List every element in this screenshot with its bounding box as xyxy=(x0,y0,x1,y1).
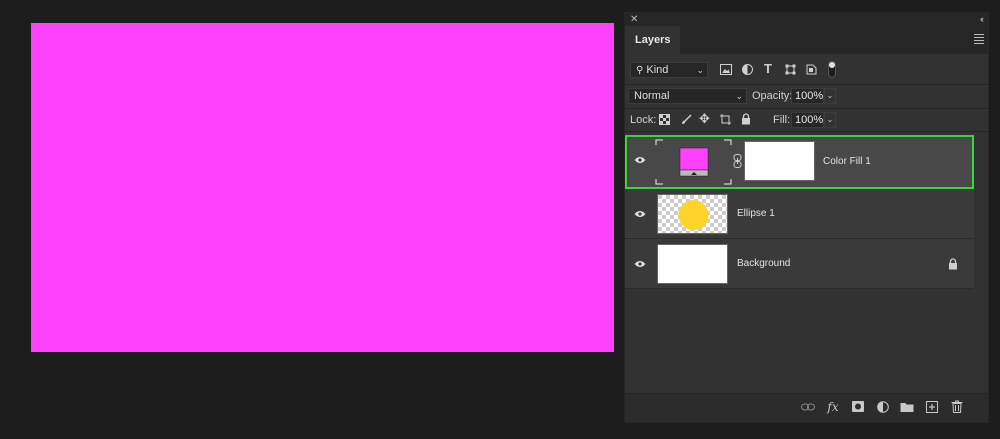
pixel-layer-filter-icon[interactable] xyxy=(720,64,732,75)
lock-all-icon[interactable] xyxy=(741,113,751,125)
layer-name[interactable]: Color Fill 1 xyxy=(823,156,871,168)
fill-label: Fill: xyxy=(773,114,791,126)
mask-icon[interactable] xyxy=(851,401,865,412)
document-canvas[interactable] xyxy=(31,23,614,352)
panel-menu-icon[interactable] xyxy=(974,34,984,46)
adjustment-icon[interactable] xyxy=(876,401,890,413)
layers-list: Color Fill 1 Ellipse 1 Background xyxy=(625,131,988,289)
document-canvas-area xyxy=(0,0,622,439)
layer-mask-thumbnail[interactable] xyxy=(744,141,815,181)
move-icon[interactable]: ✥ xyxy=(699,112,710,126)
close-icon[interactable]: ✕ xyxy=(630,13,638,26)
filter-toggle-icon[interactable] xyxy=(828,61,836,78)
search-icon: ⚲ xyxy=(636,65,644,76)
layer-background[interactable]: Background xyxy=(625,239,974,289)
opacity-label: Opacity: xyxy=(752,90,793,102)
tab-layers[interactable]: Layers xyxy=(625,26,681,54)
blend-mode-select[interactable]: Normal ⌄ xyxy=(628,88,747,104)
panel-tab-row: Layers xyxy=(625,26,988,54)
mask-link-icon[interactable] xyxy=(733,154,742,168)
opacity-dropdown-icon[interactable]: ⌄ xyxy=(824,88,836,104)
filter-row: ⚲ Kind ⌄ T xyxy=(625,54,988,85)
lock-row: Lock: ✥ Fill: 100% ⌄ xyxy=(625,109,988,132)
layer-name[interactable]: Background xyxy=(737,258,790,270)
new-layer-icon[interactable] xyxy=(925,401,939,413)
panel-bottom-bar: fx xyxy=(625,393,988,422)
fill-dropdown-icon[interactable]: ⌄ xyxy=(824,112,836,128)
blend-row: Normal ⌄ Opacity: 100% ⌄ xyxy=(625,85,988,109)
shape-layer-filter-icon[interactable] xyxy=(785,64,796,75)
layer-ellipse-1[interactable]: Ellipse 1 xyxy=(625,189,974,239)
panel-topbar: ✕ ‹‹ xyxy=(625,13,988,26)
fill-layer-thumbnail[interactable] xyxy=(655,139,732,185)
link-icon[interactable] xyxy=(801,402,815,412)
visibility-eye-icon[interactable] xyxy=(634,260,646,268)
opacity-input[interactable]: 100% xyxy=(791,88,824,104)
lock-label: Lock: xyxy=(630,114,657,126)
fill-input[interactable]: 100% xyxy=(791,112,824,128)
layer-color-fill-1[interactable]: Color Fill 1 xyxy=(625,135,974,189)
folder-icon[interactable] xyxy=(900,402,914,412)
brush-icon[interactable] xyxy=(681,114,692,125)
collapse-icon[interactable]: ‹‹ xyxy=(980,13,984,26)
chevron-down-icon: ⌄ xyxy=(735,91,743,101)
layers-panel: ✕ ‹‹ Layers ⚲ Kind ⌄ T Normal ⌄ Opacity:… xyxy=(624,12,989,423)
smart-object-filter-icon[interactable] xyxy=(806,64,817,75)
type-layer-filter-icon[interactable]: T xyxy=(764,62,772,76)
kind-filter-select[interactable]: ⚲ Kind ⌄ xyxy=(630,62,708,78)
fx-icon[interactable]: fx xyxy=(826,400,840,414)
ellipse-layer-thumbnail[interactable] xyxy=(657,194,728,234)
background-layer-thumbnail[interactable] xyxy=(657,244,728,284)
blend-mode-value: Normal xyxy=(634,90,670,102)
adjustment-layer-filter-icon[interactable] xyxy=(742,64,753,75)
visibility-eye-icon[interactable] xyxy=(634,210,646,218)
layer-lock-icon xyxy=(949,258,957,270)
chevron-down-icon: ⌄ xyxy=(696,65,704,75)
layer-name[interactable]: Ellipse 1 xyxy=(737,208,775,220)
lock-transparent-pixels-icon[interactable] xyxy=(659,114,670,125)
kind-filter-label: Kind xyxy=(646,64,669,76)
visibility-eye-icon[interactable] xyxy=(634,156,646,164)
artboard-lock-icon[interactable] xyxy=(720,114,732,125)
trash-icon[interactable] xyxy=(950,400,964,413)
